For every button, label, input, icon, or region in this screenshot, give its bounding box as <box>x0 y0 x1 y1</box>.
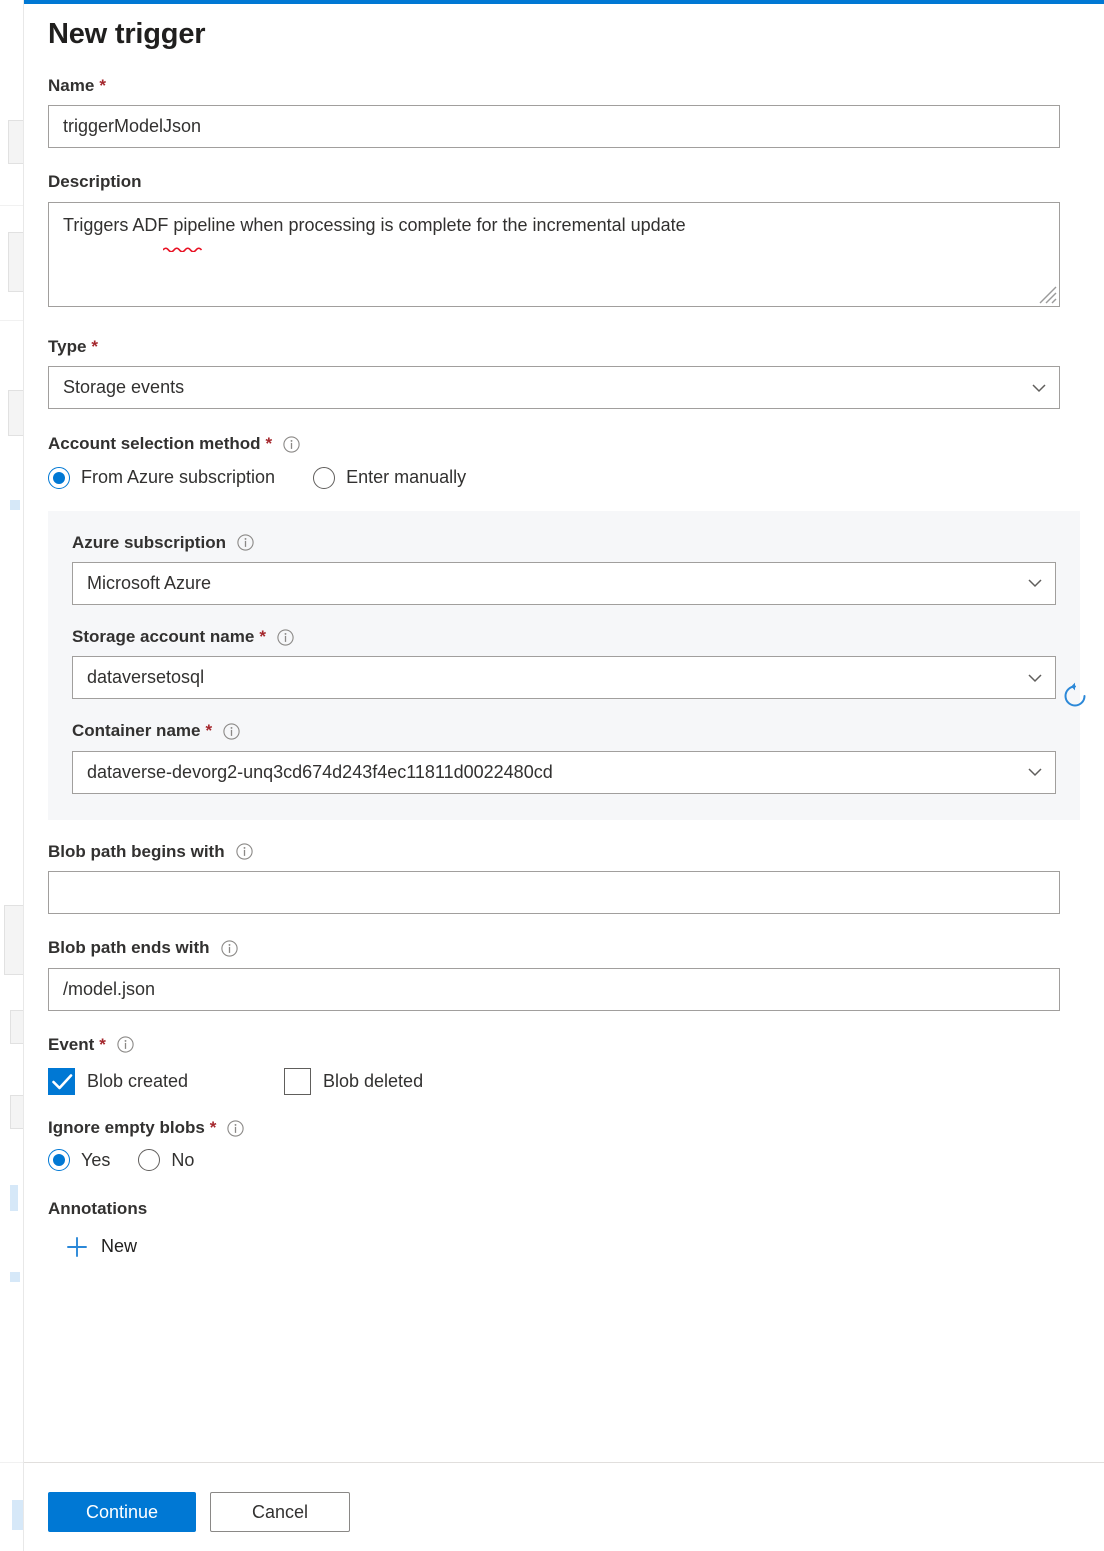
field-azure-subscription-label: Azure subscription <box>72 533 1056 553</box>
radio-ignore-empty-no[interactable]: No <box>138 1149 194 1171</box>
refresh-icon[interactable] <box>1060 681 1090 711</box>
background-app-sliver <box>0 0 24 1551</box>
event-checkbox-group: Blob created Blob deleted <box>48 1068 1080 1095</box>
type-select[interactable]: Storage events <box>48 366 1060 409</box>
radio-ignore-empty-yes[interactable]: Yes <box>48 1149 110 1171</box>
field-ignore-empty-blobs-label: Ignore empty blobs * <box>48 1118 1080 1138</box>
field-description-label-text: Description <box>48 172 142 192</box>
radio-indicator <box>313 467 335 489</box>
type-select-value: Storage events <box>63 377 184 398</box>
info-icon[interactable] <box>237 534 254 551</box>
storage-account-value: dataversetosql <box>87 667 204 688</box>
new-trigger-panel: New trigger Name * Description <box>24 0 1104 1551</box>
field-blob-ends: Blob path ends with <box>48 938 1080 1010</box>
name-input[interactable] <box>48 105 1060 148</box>
azure-subscription-select[interactable]: Microsoft Azure <box>72 562 1056 605</box>
field-container-name-label-text: Container name <box>72 721 200 741</box>
required-asterisk: * <box>259 627 266 647</box>
panel-body: New trigger Name * Description <box>24 4 1104 1462</box>
continue-button[interactable]: Continue <box>48 1492 196 1532</box>
plus-icon <box>66 1236 88 1258</box>
panel-footer: Continue Cancel <box>24 1462 1104 1551</box>
radio-indicator <box>48 1149 70 1171</box>
radio-label: No <box>171 1150 194 1171</box>
field-name: Name * <box>48 76 1080 148</box>
info-icon[interactable] <box>117 1036 134 1053</box>
container-name-select[interactable]: dataverse-devorg2-unq3cd674d243f4ec11811… <box>72 751 1056 794</box>
info-icon[interactable] <box>283 436 300 453</box>
field-storage-account-label: Storage account name * <box>72 627 1056 647</box>
field-container-name: Container name * <box>72 721 1056 793</box>
radio-from-azure-subscription[interactable]: From Azure subscription <box>48 467 275 489</box>
checkbox-blob-created[interactable]: Blob created <box>48 1068 284 1095</box>
checkbox-indicator <box>48 1068 75 1095</box>
ignore-empty-blobs-radio-group: Yes No <box>48 1149 1080 1171</box>
field-blob-begins: Blob path begins with <box>48 842 1080 914</box>
field-blob-begins-label: Blob path begins with <box>48 842 1080 862</box>
field-type: Type * Storage events <box>48 337 1080 409</box>
field-type-label: Type * <box>48 337 1080 357</box>
field-blob-ends-label-text: Blob path ends with <box>48 938 210 958</box>
required-asterisk: * <box>210 1118 217 1138</box>
field-name-label-text: Name <box>48 76 94 96</box>
field-blob-begins-label-text: Blob path begins with <box>48 842 225 862</box>
required-asterisk: * <box>99 76 106 96</box>
checkbox-label: Blob deleted <box>323 1071 423 1092</box>
required-asterisk: * <box>91 337 98 357</box>
radio-label: From Azure subscription <box>81 467 275 488</box>
field-azure-subscription: Azure subscription <box>72 533 1056 605</box>
required-asterisk: * <box>266 434 273 454</box>
add-annotation-button[interactable]: New <box>66 1236 137 1258</box>
account-selection-radio-group: From Azure subscription Enter manually <box>48 467 1080 489</box>
radio-label: Enter manually <box>346 467 466 488</box>
container-name-value: dataverse-devorg2-unq3cd674d243f4ec11811… <box>87 762 553 783</box>
field-description-label: Description <box>48 172 1080 192</box>
storage-account-select[interactable]: dataversetosql <box>72 656 1056 699</box>
required-asterisk: * <box>205 721 212 741</box>
blob-path-begins-input[interactable] <box>48 871 1060 914</box>
azure-subscription-value: Microsoft Azure <box>87 573 211 594</box>
radio-indicator <box>138 1149 160 1171</box>
info-icon[interactable] <box>223 723 240 740</box>
add-annotation-label: New <box>101 1236 137 1257</box>
field-name-label: Name * <box>48 76 1080 96</box>
field-event: Event * <box>48 1035 1080 1095</box>
info-icon[interactable] <box>277 629 294 646</box>
info-icon[interactable] <box>227 1120 244 1137</box>
blob-path-ends-input[interactable] <box>48 968 1060 1011</box>
field-event-label-text: Event <box>48 1035 94 1055</box>
annotations-label-text: Annotations <box>48 1199 147 1219</box>
form-content: Name * Description <box>24 76 1104 1263</box>
field-azure-subscription-label-text: Azure subscription <box>72 533 226 553</box>
radio-label: Yes <box>81 1150 110 1171</box>
page-title: New trigger <box>48 18 205 51</box>
azure-account-group: Azure subscription <box>48 511 1080 820</box>
info-icon[interactable] <box>221 940 238 957</box>
field-annotations: Annotations New <box>48 1199 1080 1262</box>
description-textarea[interactable] <box>48 202 1060 307</box>
field-storage-account-label-text: Storage account name <box>72 627 254 647</box>
info-icon[interactable] <box>236 843 253 860</box>
field-event-label: Event * <box>48 1035 1080 1055</box>
field-account-selection-label-text: Account selection method <box>48 434 261 454</box>
checkbox-indicator <box>284 1068 311 1095</box>
field-type-label-text: Type <box>48 337 86 357</box>
field-account-selection-label: Account selection method * <box>48 434 1080 454</box>
field-ignore-empty-blobs: Ignore empty blobs * <box>48 1118 1080 1171</box>
radio-indicator <box>48 467 70 489</box>
field-description: Description <box>48 172 1080 306</box>
annotations-label: Annotations <box>48 1199 1080 1219</box>
field-account-selection: Account selection method * <box>48 434 1080 488</box>
field-container-name-label: Container name * <box>72 721 1056 741</box>
radio-enter-manually[interactable]: Enter manually <box>313 467 466 489</box>
screen: New trigger Name * Description <box>0 0 1104 1551</box>
field-blob-ends-label: Blob path ends with <box>48 938 1080 958</box>
spellcheck-squiggle-icon <box>163 246 207 252</box>
checkbox-label: Blob created <box>87 1071 188 1092</box>
field-storage-account: Storage account name * <box>72 627 1056 699</box>
checkbox-blob-deleted[interactable]: Blob deleted <box>284 1068 423 1095</box>
cancel-button[interactable]: Cancel <box>210 1492 350 1532</box>
required-asterisk: * <box>99 1035 106 1055</box>
field-ignore-empty-blobs-label-text: Ignore empty blobs <box>48 1118 205 1138</box>
